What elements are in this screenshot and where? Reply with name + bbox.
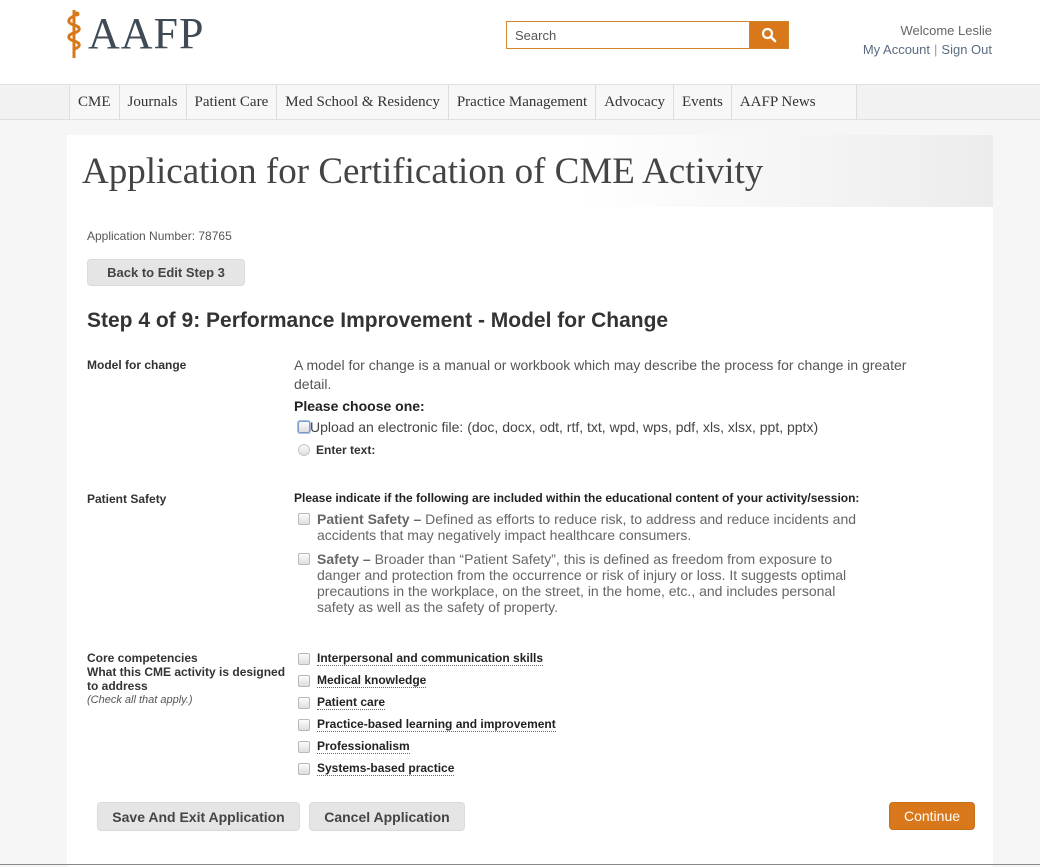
nav-item-aafp-news[interactable]: AAFP News bbox=[732, 85, 856, 119]
competency-interpersonal-checkbox[interactable] bbox=[298, 652, 310, 665]
competency-medical-knowledge-checkbox[interactable] bbox=[298, 674, 310, 687]
search-input[interactable] bbox=[506, 21, 749, 49]
upload-file-radio[interactable] bbox=[298, 421, 310, 433]
back-to-step-3-button[interactable]: Back to Edit Step 3 bbox=[87, 259, 245, 286]
link-separator: | bbox=[934, 42, 938, 57]
logo-text: AAFP bbox=[88, 9, 205, 58]
upload-file-label: Upload an electronic file: (doc, docx, o… bbox=[310, 419, 819, 435]
cancel-application-button[interactable]: Cancel Application bbox=[309, 802, 465, 831]
nav-item-journals[interactable]: Journals bbox=[120, 85, 187, 119]
nav-item-cme[interactable]: CME bbox=[70, 85, 120, 119]
user-area: Welcome Leslie My Account | Sign Out bbox=[863, 21, 992, 59]
enter-text-radio[interactable] bbox=[298, 444, 310, 456]
safety-term: Safety – bbox=[317, 551, 371, 567]
competency-systems-based-checkbox[interactable] bbox=[298, 762, 310, 775]
competency-practice-based-label: Practice-based learning and improvement bbox=[317, 717, 556, 732]
nav-item-events[interactable]: Events bbox=[674, 85, 732, 119]
competency-practice-based-checkbox[interactable] bbox=[298, 718, 310, 731]
main-nav: CME Journals Patient Care Med School & R… bbox=[0, 84, 1040, 120]
safety-option[interactable]: Safety – Broader than “Patient Safety”, … bbox=[298, 551, 858, 615]
upload-file-option[interactable]: Upload an electronic file: (doc, docx, o… bbox=[298, 419, 818, 435]
patient-safety-checkbox[interactable] bbox=[298, 513, 310, 525]
model-for-change-label: Model for change bbox=[87, 358, 187, 372]
competency-medical-knowledge[interactable]: Medical knowledge bbox=[298, 673, 427, 688]
competency-professionalism[interactable]: Professionalism bbox=[298, 739, 410, 754]
model-for-change-description: A model for change is a manual or workbo… bbox=[294, 357, 907, 392]
aafp-logo[interactable]: AAFP bbox=[64, 10, 205, 58]
competency-professionalism-label: Professionalism bbox=[317, 739, 410, 754]
competency-interpersonal-label: Interpersonal and communication skills bbox=[317, 651, 544, 666]
account-links: My Account | Sign Out bbox=[863, 40, 992, 59]
step-title: Step 4 of 9: Performance Improvement - M… bbox=[87, 309, 669, 332]
continue-button[interactable]: Continue bbox=[889, 802, 975, 830]
competency-professionalism-checkbox[interactable] bbox=[298, 740, 310, 753]
competency-systems-based-label: Systems-based practice bbox=[317, 761, 455, 776]
nav-item-practice-management[interactable]: Practice Management bbox=[449, 85, 597, 119]
search-bar bbox=[506, 21, 789, 49]
page-title: Application for Certification of CME Act… bbox=[82, 151, 764, 192]
nav-item-patient-care[interactable]: Patient Care bbox=[187, 85, 278, 119]
competency-patient-care[interactable]: Patient care bbox=[298, 695, 386, 710]
core-competencies-label-group: Core competencies What this CME activity… bbox=[87, 651, 292, 707]
enter-text-option[interactable]: Enter text: bbox=[298, 443, 375, 457]
competency-medical-knowledge-label: Medical knowledge bbox=[317, 673, 427, 688]
core-competencies-subtitle: What this CME activity is designed to ad… bbox=[87, 665, 286, 693]
safety-checkbox[interactable] bbox=[298, 553, 310, 565]
welcome-text: Welcome Leslie bbox=[900, 23, 992, 38]
nav-item-advocacy[interactable]: Advocacy bbox=[596, 85, 674, 119]
bottom-divider bbox=[0, 864, 1040, 865]
competency-systems-based[interactable]: Systems-based practice bbox=[298, 761, 455, 776]
patient-safety-term: Patient Safety – bbox=[317, 511, 422, 527]
patient-safety-option[interactable]: Patient Safety – Defined as efforts to r… bbox=[298, 511, 858, 543]
staff-of-asclepius-icon bbox=[67, 10, 81, 58]
search-icon bbox=[761, 27, 777, 43]
enter-text-label: Enter text: bbox=[316, 443, 376, 457]
save-and-exit-button[interactable]: Save And Exit Application bbox=[97, 802, 300, 831]
patient-safety-text: Patient Safety – Defined as efforts to r… bbox=[317, 511, 858, 543]
my-account-link[interactable]: My Account bbox=[863, 42, 930, 57]
choose-one-heading: Please choose one: bbox=[294, 398, 425, 414]
application-number: Application Number: 78765 bbox=[87, 229, 232, 243]
nav-items: CME Journals Patient Care Med School & R… bbox=[69, 85, 857, 119]
core-competencies-hint: (Check all that apply.) bbox=[87, 694, 193, 706]
competency-patient-care-label: Patient care bbox=[317, 695, 386, 710]
safety-text: Safety – Broader than “Patient Safety”, … bbox=[317, 551, 858, 615]
core-competencies-label: Core competencies bbox=[87, 651, 198, 665]
nav-item-med-school[interactable]: Med School & Residency bbox=[277, 85, 449, 119]
patient-safety-intro: Please indicate if the following are inc… bbox=[294, 491, 860, 505]
competency-practice-based[interactable]: Practice-based learning and improvement bbox=[298, 717, 556, 732]
search-button[interactable] bbox=[749, 21, 789, 49]
safety-definition: Broader than “Patient Safety”, this is d… bbox=[317, 551, 847, 615]
competency-interpersonal[interactable]: Interpersonal and communication skills bbox=[298, 651, 544, 666]
sign-out-link[interactable]: Sign Out bbox=[941, 42, 992, 57]
patient-safety-label: Patient Safety bbox=[87, 492, 167, 506]
competency-patient-care-checkbox[interactable] bbox=[298, 696, 310, 709]
